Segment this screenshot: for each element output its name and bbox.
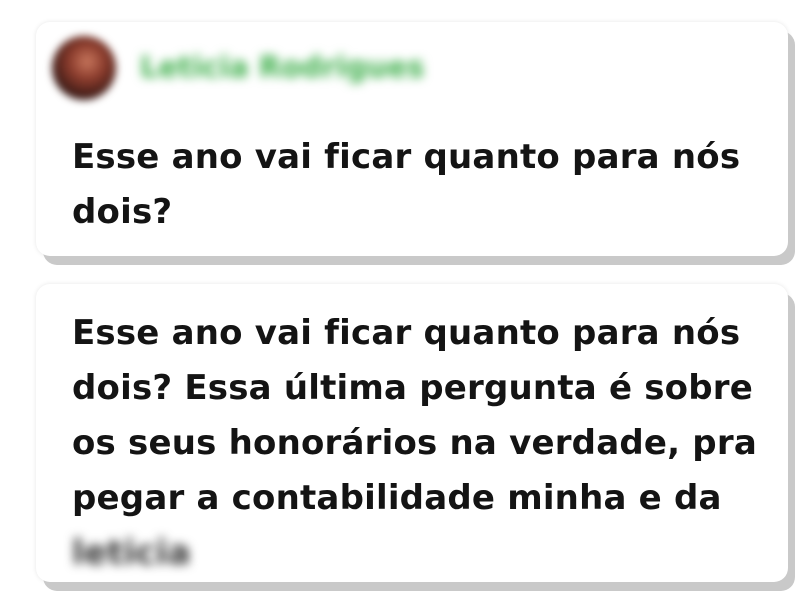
comment-card: Leticia Rodrigues Esse ano vai ficar qua… bbox=[36, 22, 788, 256]
comment-text: Esse ano vai ficar quanto para nós dois?… bbox=[72, 306, 772, 581]
blurred-name: leticia bbox=[72, 533, 191, 573]
comment-text-body: Esse ano vai ficar quanto para nós dois?… bbox=[72, 313, 757, 518]
comment-text: Esse ano vai ficar quanto para nós dois? bbox=[72, 137, 741, 232]
avatar[interactable] bbox=[52, 36, 116, 100]
comment-card: Esse ano vai ficar quanto para nós dois?… bbox=[36, 284, 788, 582]
author-name[interactable]: Leticia Rodrigues bbox=[140, 50, 424, 84]
